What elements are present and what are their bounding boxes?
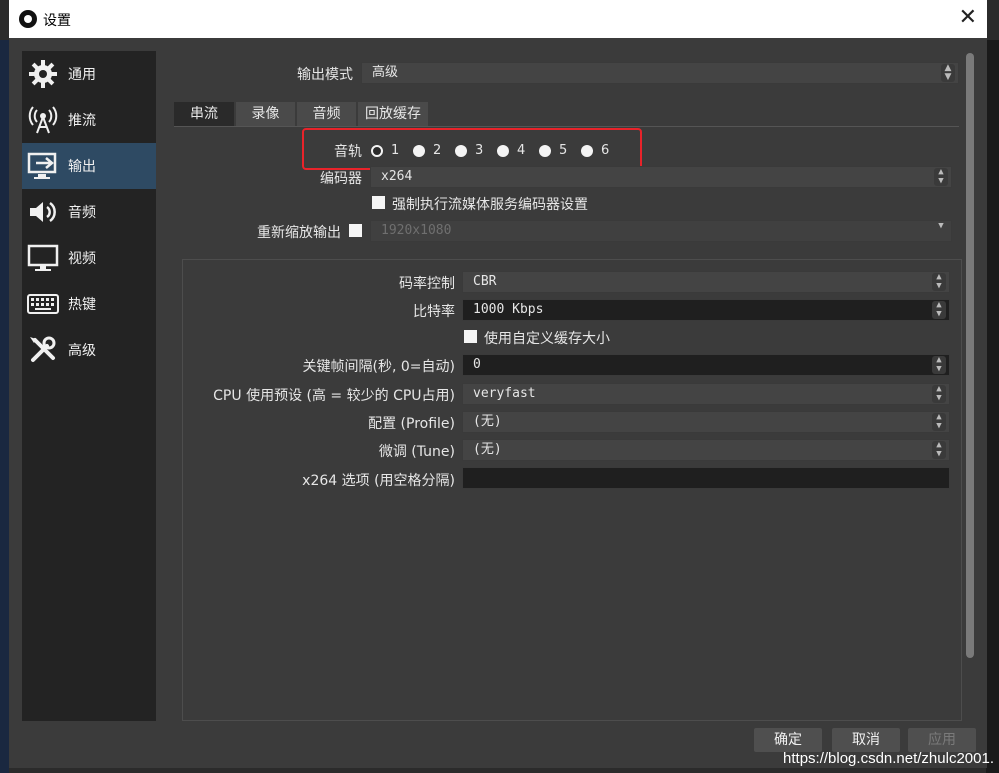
sidebar: 通用 推流 输出 音频 视频 [22,51,156,721]
speaker-icon [26,195,60,229]
custom-buffer-label: 使用自定义缓存大小 [484,328,610,348]
monitor-icon [26,241,60,275]
tune-value: (无) [473,442,502,457]
encoder-value: x264 [381,169,412,184]
tab-recording[interactable]: 录像 [236,102,295,126]
output-mode-select[interactable]: 高级 ▲▼ [361,62,959,84]
window-title: 设置 [43,10,71,30]
rescale-output-label: 重新缩放输出 [257,222,341,242]
tab-replay-buffer[interactable]: 回放缓存 [358,102,428,126]
sidebar-item-video[interactable]: 视频 [22,235,156,281]
updown-arrows-icon: ▲▼ [932,413,946,431]
custom-buffer-checkbox[interactable] [464,330,477,343]
spin-arrows-icon: ▲▼ [932,301,946,319]
updown-arrows-icon: ▲▼ [932,385,946,403]
updown-arrows-icon: ▲▼ [932,273,946,291]
bitrate-label: 比特率 [413,301,455,321]
updown-arrows-icon: ▲▼ [934,168,948,186]
sidebar-item-general[interactable]: 通用 [22,51,156,97]
keyframe-interval-spinbox[interactable]: 0 ▲▼ [462,354,950,376]
keyframe-interval-label: 关键帧间隔(秒, 0=自动) [303,356,455,376]
updown-arrows-icon: ▲▼ [932,441,946,459]
cpu-preset-label: CPU 使用预设 (高 = 较少的 CPU占用) [213,385,455,405]
sidebar-item-hotkeys[interactable]: 热键 [22,281,156,327]
sidebar-item-label: 高级 [68,340,96,360]
tab-audio[interactable]: 音频 [297,102,356,126]
sidebar-item-stream[interactable]: 推流 [22,97,156,143]
keyboard-icon [26,287,60,321]
cpu-preset-select[interactable]: veryfast ▲▼ [462,383,950,405]
watermark-text: https://blog.csdn.net/zhulc2001. [783,750,994,767]
encoder-select[interactable]: x264 ▲▼ [370,166,952,188]
sidebar-item-audio[interactable]: 音频 [22,189,156,235]
enforce-settings-label: 强制执行流媒体服务编码器设置 [392,194,588,214]
rescale-output-select[interactable]: 1920x1080 ▼ [370,220,952,242]
output-mode-label: 输出模式 [297,64,353,84]
profile-label: 配置 (Profile) [368,413,455,433]
audio-track-highlight-box [302,128,642,170]
bitrate-value: 1000 Kbps [473,302,543,317]
keyframe-interval-value: 0 [473,357,481,372]
gear-icon [26,57,60,91]
sidebar-item-label: 视频 [68,248,96,268]
profile-value: (无) [473,414,502,429]
sidebar-item-advanced[interactable]: 高级 [22,327,156,373]
rate-control-label: 码率控制 [399,273,455,293]
cancel-button[interactable]: 取消 [832,728,900,752]
output-icon [26,149,60,183]
apply-button[interactable]: 应用 [908,728,976,752]
sidebar-item-label: 热键 [68,294,96,314]
output-mode-value: 高级 [372,65,398,80]
bitrate-spinbox[interactable]: 1000 Kbps ▲▼ [462,299,950,321]
sidebar-item-label: 通用 [68,64,96,84]
rate-control-select[interactable]: CBR ▲▼ [462,271,950,293]
antenna-icon [26,103,60,137]
encoder-label: 编码器 [320,168,362,188]
close-icon[interactable]: ✕ [959,6,977,30]
settings-window: 设置 ✕ 通用 推流 输出 音频 [9,0,987,768]
x264-options-label: x264 选项 (用空格分隔) [302,470,455,490]
title-bar: 设置 ✕ [9,0,987,38]
spin-arrows-icon: ▲▼ [932,356,946,374]
tab-divider [174,126,959,127]
chevron-down-icon: ▼ [934,222,948,240]
vertical-scrollbar[interactable] [966,53,974,658]
sidebar-item-output[interactable]: 输出 [22,143,156,189]
obs-logo-icon [19,10,37,28]
rescale-output-value: 1920x1080 [381,223,451,238]
sidebar-item-label: 输出 [68,156,96,176]
rate-control-value: CBR [473,274,496,289]
ok-button[interactable]: 确定 [754,728,822,752]
enforce-settings-checkbox[interactable] [372,196,385,209]
updown-arrows-icon: ▲▼ [941,64,955,82]
profile-select[interactable]: (无) ▲▼ [462,411,950,433]
sidebar-item-label: 推流 [68,110,96,130]
tune-select[interactable]: (无) ▲▼ [462,439,950,461]
tools-icon [26,333,60,367]
cpu-preset-value: veryfast [473,386,536,401]
rescale-output-checkbox[interactable] [349,224,362,237]
tab-stream[interactable]: 串流 [174,102,234,126]
sidebar-item-label: 音频 [68,202,96,222]
x264-options-input[interactable] [462,467,950,489]
background-left [0,40,9,773]
tune-label: 微调 (Tune) [379,441,455,461]
output-settings-panel: 输出模式 高级 ▲▼ 串流 录像 音频 回放缓存 音轨 1 2 3 4 5 6 … [164,51,959,721]
background-right [986,40,999,773]
